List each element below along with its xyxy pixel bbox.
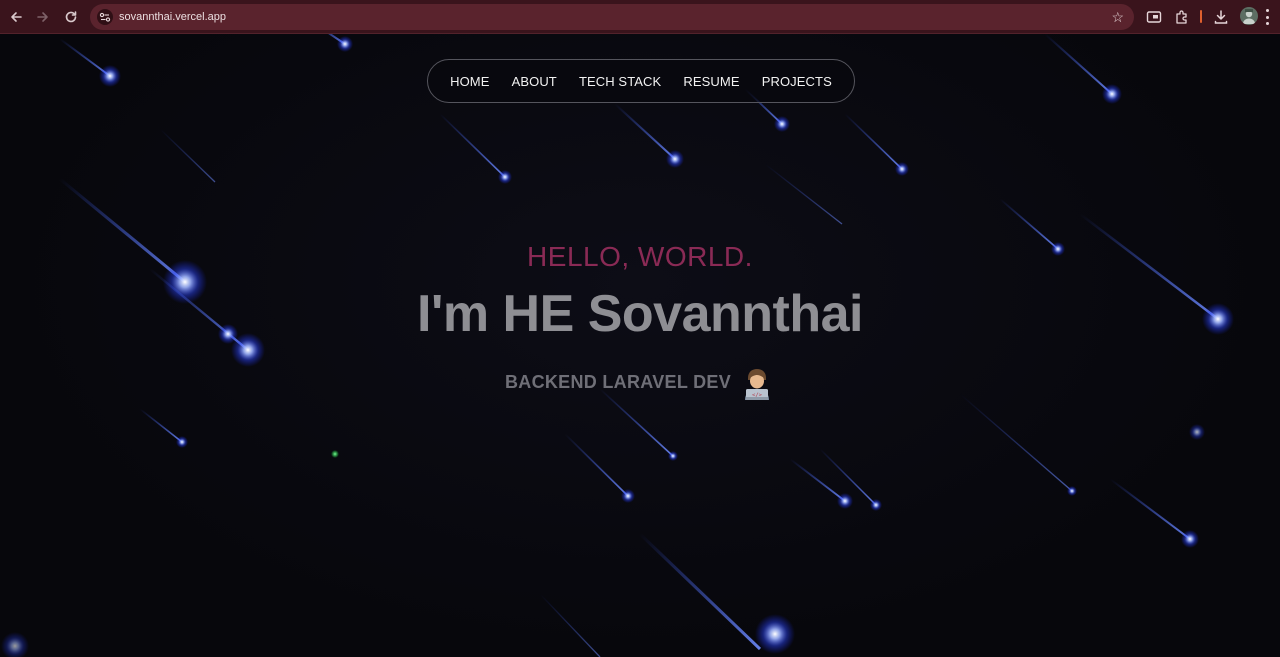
meteor	[844, 113, 909, 176]
profile-avatar[interactable]	[1240, 7, 1258, 25]
meteor	[1109, 478, 1199, 548]
site-info-icon[interactable]	[97, 9, 113, 25]
forward-icon[interactable]	[33, 7, 53, 27]
page-viewport: HOME ABOUT TECH STACK RESUME PROJECTS HE…	[0, 34, 1280, 657]
meteor	[789, 458, 853, 509]
meteor	[1189, 424, 1205, 440]
hero-greeting: HELLO, WORLD.	[527, 241, 753, 272]
meteor	[139, 408, 188, 448]
toolbar-divider	[1200, 10, 1202, 23]
meteor	[638, 532, 795, 654]
reload-icon[interactable]	[61, 7, 81, 27]
download-icon[interactable]	[1212, 8, 1230, 26]
main-navigation: HOME ABOUT TECH STACK RESUME PROJECTS	[427, 59, 855, 103]
bookmark-star-icon[interactable]: ☆	[1111, 8, 1124, 26]
address-bar[interactable]: sovannthai.vercel.app ☆	[90, 4, 1134, 30]
meteor	[764, 163, 843, 225]
hero-role: BACKEND LARAVEL DEV </>	[0, 364, 1280, 400]
nav-about-link[interactable]: ABOUT	[512, 74, 557, 89]
browser-toolbar: sovannthai.vercel.app ☆	[0, 0, 1280, 34]
nav-home-link[interactable]: HOME	[450, 74, 489, 89]
meteor	[1, 632, 29, 657]
meteor	[159, 128, 216, 183]
meteor	[564, 433, 635, 503]
meteor	[614, 103, 684, 168]
cast-icon[interactable]	[1145, 8, 1163, 26]
meteor	[439, 113, 512, 184]
svg-text:</>: </>	[752, 393, 763, 399]
meteor	[959, 393, 1077, 496]
meteor	[539, 593, 601, 657]
meteor	[331, 450, 339, 458]
nav-resume-link[interactable]: RESUME	[683, 74, 739, 89]
developer-emoji-icon: </>	[739, 364, 775, 400]
meteor	[328, 34, 353, 52]
url-text[interactable]: sovannthai.vercel.app	[119, 10, 226, 24]
back-icon[interactable]	[6, 7, 26, 27]
meteor	[59, 38, 121, 87]
hero-name: I'm HE Sovannthai	[417, 285, 863, 343]
nav-projects-link[interactable]: PROJECTS	[762, 74, 832, 89]
meteor	[1044, 34, 1122, 104]
extensions-icon[interactable]	[1173, 8, 1191, 26]
menu-icon[interactable]	[1266, 9, 1270, 25]
nav-tech-stack-link[interactable]: TECH STACK	[579, 74, 661, 89]
role-text: BACKEND LARAVEL DEV	[504, 372, 732, 392]
meteor-shower-background	[1, 34, 1234, 657]
